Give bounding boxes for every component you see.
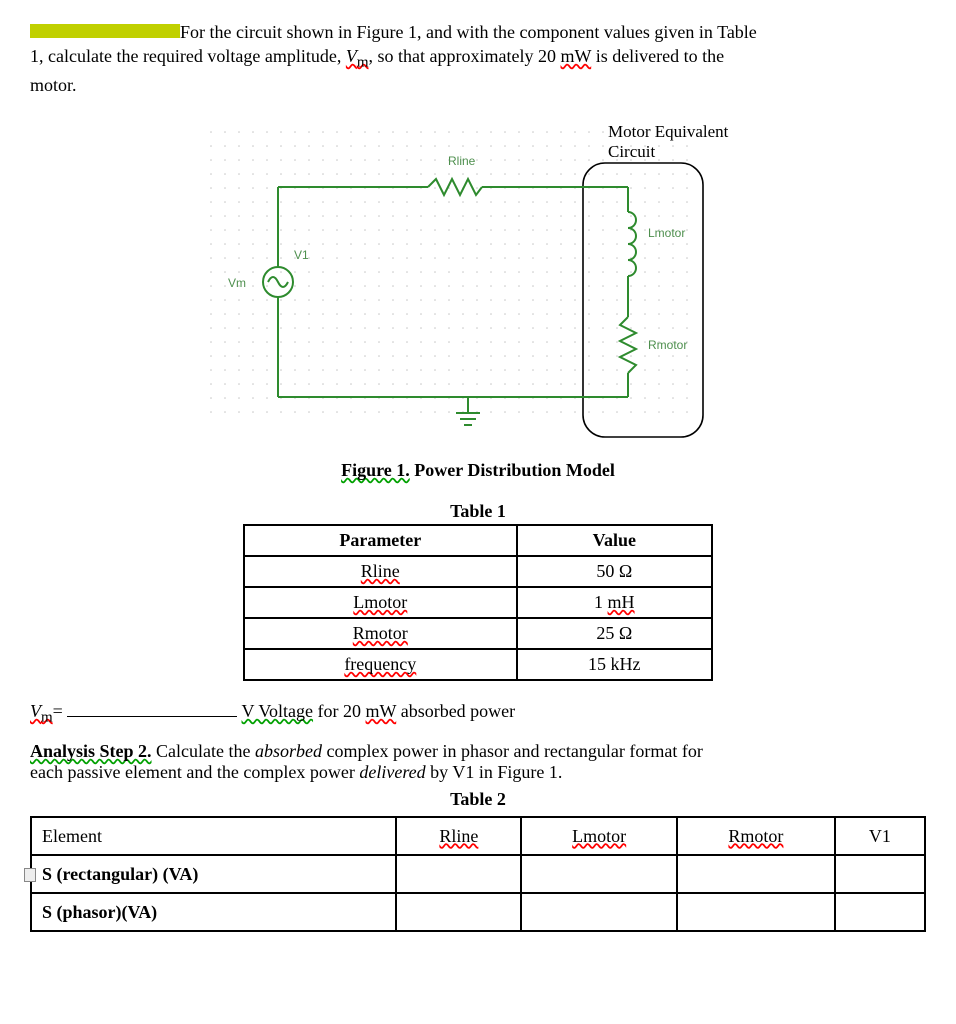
table-row: frequency 15 kHz [244,649,712,680]
problem-line1c: , so that approximately 20 [369,46,561,66]
step2-t2: complex power in phasor and rectangular … [322,741,703,761]
t1-p3: frequency [344,654,416,674]
t2-h4: V1 [835,817,925,855]
t2-h0: Element [31,817,396,855]
problem-line1a: For the circuit shown in Figure 1, and w… [180,22,757,42]
step2-t3: each passive element and the complex pow… [30,762,359,782]
t2-r0: S (rectangular) (VA) [31,855,396,893]
analysis-step-2: Analysis Step 2. Calculate the absorbed … [30,741,926,783]
problem-statement: For the circuit shown in Figure 1, and w… [30,20,926,97]
table-row: Rmotor 25 Ω [244,618,712,649]
t1-h-param: Parameter [244,525,517,556]
t1-v3: 15 kHz [517,649,712,680]
rline-label: Rline [448,154,476,168]
t2-h2: Lmotor [572,826,626,846]
step2-label: Analysis Step 2. [30,741,152,761]
t2-c [677,893,835,931]
t2-c [521,893,677,931]
t1-v0: 50 Ω [517,556,712,587]
t2-c [835,855,925,893]
figure-caption: Figure 1. Power Distribution Model [168,460,788,481]
circuit-diagram: Motor Equivalent Circuit [168,117,788,447]
t1-h-value: Value [517,525,712,556]
blank-line [67,716,237,717]
fig-caption-text: Power Distribution Model [410,460,615,480]
problem-line1d: is delivered to the [591,46,724,66]
mw-unit: mW [561,46,592,66]
motor-equiv-title2: Circuit [608,142,655,161]
t1-v1: 1 mH [517,587,712,618]
t1-p1: Lmotor [353,592,407,612]
table-1: Parameter Value Rline 50 Ω Lmotor 1 mH R… [243,524,713,681]
step2-t1: Calculate the [152,741,255,761]
table-row: Lmotor 1 mH [244,587,712,618]
problem-line1b: 1, calculate the required voltage amplit… [30,46,346,66]
v1-label: V1 [294,248,309,262]
ans-mw: mW [366,701,397,721]
table-row: S (phasor)(VA) [31,893,925,931]
table-row: S (rectangular) (VA) [31,855,925,893]
ans-unit: V Voltage [242,701,314,721]
t2-c [396,893,521,931]
problem-line1e: motor. [30,75,77,95]
vm-label: Vm [228,276,246,290]
t1-v2: 25 Ω [517,618,712,649]
step2-delivered: delivered [359,762,425,782]
table-2: Element Rline Lmotor Rmotor V1 S (rectan… [30,816,926,932]
fig-caption-label: Figure 1. [341,460,410,480]
figure-1: Motor Equivalent Circuit [168,117,788,481]
t2-c [521,855,677,893]
table-row: Rline 50 Ω [244,556,712,587]
resize-handle-icon[interactable] [24,868,36,882]
ans-eq: = [53,701,63,721]
t2-r1: S (phasor)(VA) [31,893,396,931]
highlight-mark [30,24,180,38]
t1-p0: Rline [361,561,400,581]
ans-rest2: absorbed power [396,701,515,721]
vm-symbol: Vm [346,46,369,66]
ans-vm: Vm [30,701,53,721]
t2-h1: Rline [439,826,478,846]
t1-p2: Rmotor [353,623,408,643]
t2-c [396,855,521,893]
table2-caption: Table 2 [30,789,926,810]
ans-rest: for 20 [313,701,366,721]
lmotor-label: Lmotor [648,226,685,240]
answer-line: Vm= V Voltage for 20 mW absorbed power [30,701,926,727]
motor-equiv-title1: Motor Equivalent [608,122,729,141]
t2-c [677,855,835,893]
t2-c [835,893,925,931]
step2-absorbed: absorbed [255,741,322,761]
table1-caption: Table 1 [30,501,926,522]
rmotor-label: Rmotor [648,338,687,352]
step2-t4: by V1 in Figure 1. [426,762,563,782]
t2-h3: Rmotor [728,826,783,846]
